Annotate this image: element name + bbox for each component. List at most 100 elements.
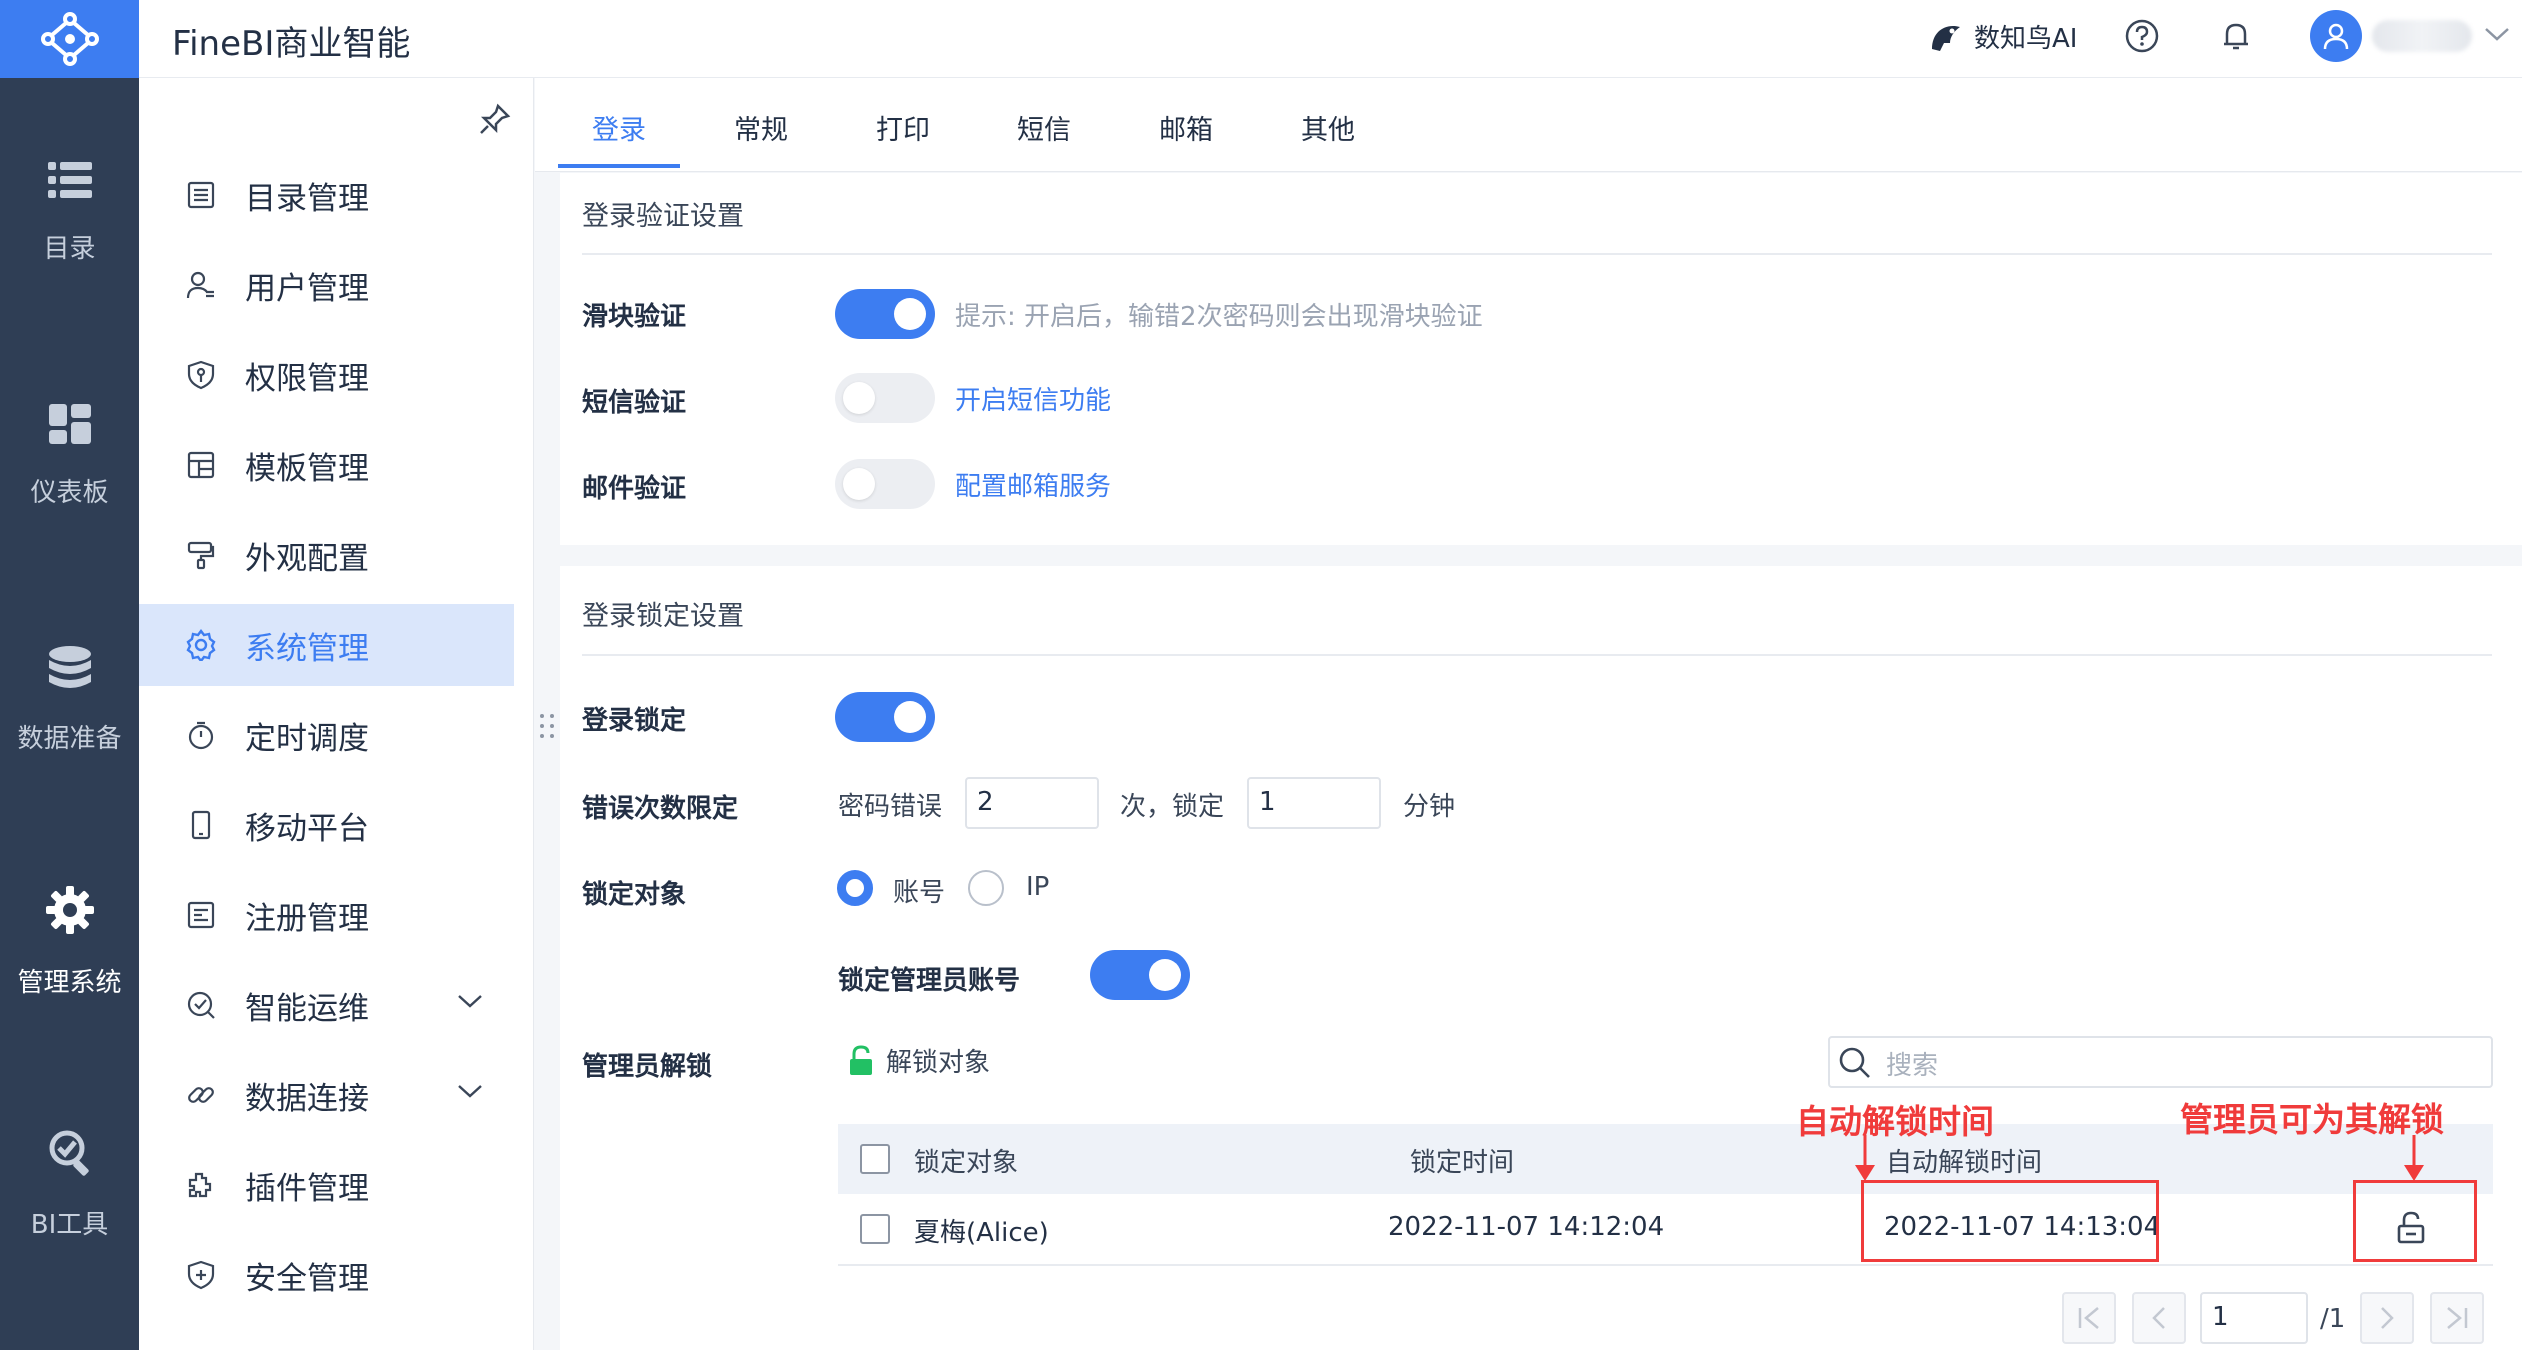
nav-item-security[interactable]: 安全管理 xyxy=(139,1234,514,1316)
radio-account-label[interactable]: 账号 xyxy=(893,872,945,909)
ops-icon xyxy=(183,990,219,1020)
chevron-down-icon xyxy=(458,1085,482,1098)
nav-label: 用户管理 xyxy=(245,270,369,307)
arrow-down-icon xyxy=(2404,1135,2424,1181)
row-lock-time: 2022-11-07 14:12:04 xyxy=(1388,1212,1665,1242)
gear-icon xyxy=(183,629,219,661)
error-limit-label: 错误次数限定 xyxy=(582,794,739,824)
pwd-error-text: 密码错误 xyxy=(838,792,943,822)
admin-unlock-label: 管理员解锁 xyxy=(582,1052,713,1082)
nav-label: 智能运维 xyxy=(245,990,369,1027)
page-number-input[interactable]: 1 xyxy=(2200,1292,2308,1344)
search-icon xyxy=(1838,1046,1872,1080)
shield-plus-icon xyxy=(183,1260,219,1290)
rail-label: 目录 xyxy=(43,234,96,264)
divider xyxy=(582,253,2492,255)
nav-item-system[interactable]: 系统管理 xyxy=(139,604,514,686)
nav-item-scheduling[interactable]: 定时调度 xyxy=(139,694,514,776)
notifications-button[interactable] xyxy=(2218,18,2254,54)
nav-label: 数据连接 xyxy=(245,1080,369,1117)
select-all-checkbox[interactable] xyxy=(860,1144,890,1174)
user-avatar[interactable] xyxy=(2310,10,2362,62)
enable-sms-link[interactable]: 开启短信功能 xyxy=(955,380,1111,417)
plugin-icon xyxy=(183,1170,219,1200)
prev-page-button[interactable] xyxy=(2132,1292,2186,1344)
gear-icon xyxy=(45,886,94,934)
nav-label: 系统管理 xyxy=(245,630,369,667)
radio-ip[interactable] xyxy=(968,870,1004,906)
annotation-admin-unlock: 管理员可为其解锁 xyxy=(2180,1100,2444,1139)
rail-item-dashboard[interactable]: 仪表板 xyxy=(0,404,139,509)
rail-item-admin[interactable]: 管理系统 xyxy=(0,886,139,999)
link-icon xyxy=(183,1080,219,1110)
catalog-icon xyxy=(183,180,219,210)
tab-mailbox[interactable]: 邮箱 xyxy=(1159,108,1213,147)
shield-key-icon xyxy=(183,360,219,390)
last-page-button[interactable] xyxy=(2430,1292,2484,1344)
first-page-button[interactable] xyxy=(2062,1292,2116,1344)
tab-general[interactable]: 常规 xyxy=(734,108,788,147)
sms-verify-label: 短信验证 xyxy=(582,388,687,418)
tab-print[interactable]: 打印 xyxy=(876,108,930,147)
nav-label: 注册管理 xyxy=(245,900,369,937)
next-page-button[interactable] xyxy=(2360,1292,2414,1344)
user-name-blurred[interactable] xyxy=(2372,20,2472,52)
help-icon xyxy=(2125,19,2159,53)
rail-item-data-prep[interactable]: 数据准备 xyxy=(0,646,139,755)
bell-icon xyxy=(2224,23,2248,50)
ai-assistant-button[interactable]: 数知鸟AI xyxy=(1928,18,2077,55)
paint-roller-icon xyxy=(183,540,219,570)
user-menu-toggle[interactable] xyxy=(2482,24,2512,44)
nav-item-data-connection[interactable]: 数据连接 xyxy=(139,1054,514,1136)
help-button[interactable] xyxy=(2124,18,2160,54)
nav-label: 插件管理 xyxy=(245,1170,369,1207)
unlock-target-button[interactable]: 解锁对象 xyxy=(848,1042,990,1079)
app-logo[interactable] xyxy=(0,0,139,78)
chevron-left-icon xyxy=(2152,1307,2165,1329)
slider-verify-toggle[interactable] xyxy=(835,289,935,339)
minutes-suffix: 分钟 xyxy=(1403,792,1456,822)
sms-verify-toggle[interactable] xyxy=(835,373,935,423)
col-header-lock-time: 锁定时间 xyxy=(1410,1148,1515,1178)
pin-panel-button[interactable] xyxy=(478,102,512,136)
last-page-icon xyxy=(2447,1307,2468,1329)
chevron-down-icon xyxy=(2485,28,2509,41)
nav-item-templates[interactable]: 模板管理 xyxy=(139,424,514,506)
rail-item-bi-tools[interactable]: BI工具 xyxy=(0,1128,139,1241)
tab-sms[interactable]: 短信 xyxy=(1017,108,1071,147)
nav-item-users[interactable]: 用户管理 xyxy=(139,244,514,326)
login-lock-label: 登录锁定 xyxy=(582,706,687,736)
tab-other[interactable]: 其他 xyxy=(1301,108,1355,147)
rail-label: BI工具 xyxy=(30,1210,109,1240)
nav-item-mobile[interactable]: 移动平台 xyxy=(139,784,514,866)
radio-ip-label[interactable]: IP xyxy=(1026,872,1049,902)
lock-minutes-input[interactable]: 1 xyxy=(1247,777,1381,829)
tab-login[interactable]: 登录 xyxy=(592,108,646,147)
nav-item-permissions[interactable]: 权限管理 xyxy=(139,334,514,416)
nav-label: 外观配置 xyxy=(245,540,369,577)
lock-target-label: 锁定对象 xyxy=(582,880,687,910)
row-checkbox[interactable] xyxy=(860,1214,890,1244)
nav-item-plugins[interactable]: 插件管理 xyxy=(139,1144,514,1226)
nav-label: 移动平台 xyxy=(245,810,369,847)
divider xyxy=(582,654,2492,656)
col-header-target: 锁定对象 xyxy=(914,1148,1019,1178)
radio-account[interactable] xyxy=(837,870,873,906)
admin-lock-toggle[interactable] xyxy=(1090,950,1190,1000)
app-title: FineBI商业智能 xyxy=(172,24,411,64)
col-header-auto-unlock: 自动解锁时间 xyxy=(1886,1148,2043,1178)
register-icon xyxy=(183,900,219,930)
stopwatch-icon xyxy=(183,720,219,750)
configure-mail-link[interactable]: 配置邮箱服务 xyxy=(955,466,1111,503)
nav-item-registration[interactable]: 注册管理 xyxy=(139,874,514,956)
nav-item-catalog[interactable]: 目录管理 xyxy=(139,154,514,236)
settings-tabs xyxy=(535,78,2522,172)
panel-resize-handle[interactable] xyxy=(538,712,556,740)
dashboard-icon xyxy=(48,404,91,444)
error-times-input[interactable]: 2 xyxy=(965,777,1099,829)
nav-item-smart-ops[interactable]: 智能运维 xyxy=(139,964,514,1046)
nav-item-appearance[interactable]: 外观配置 xyxy=(139,514,514,596)
login-lock-toggle[interactable] xyxy=(835,692,935,742)
rail-item-catalog[interactable]: 目录 xyxy=(0,160,139,265)
mail-verify-toggle[interactable] xyxy=(835,459,935,509)
